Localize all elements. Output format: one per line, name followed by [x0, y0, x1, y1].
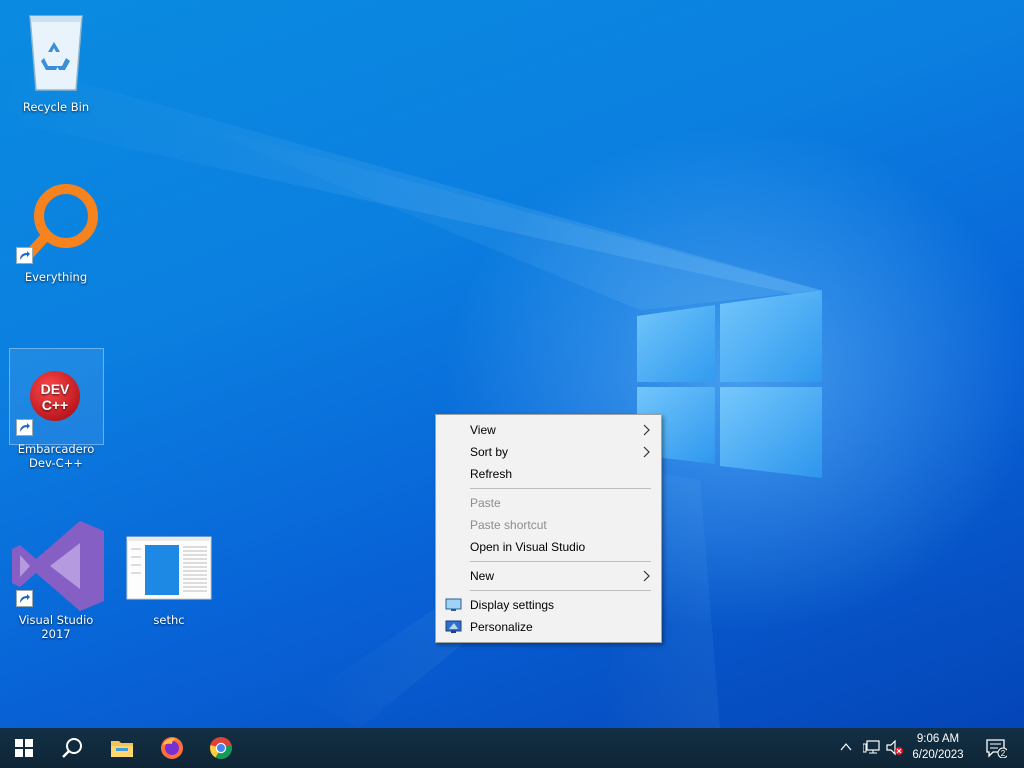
menu-item-sort-by[interactable]: Sort by — [436, 441, 661, 463]
windows-logo-wallpaper-icon — [637, 290, 822, 478]
search-button[interactable] — [48, 728, 96, 768]
chevron-right-icon — [643, 446, 650, 458]
desktop-icon-label: sethc — [153, 613, 185, 627]
windows-logo-icon — [15, 739, 33, 757]
menu-separator — [470, 590, 651, 591]
menu-item-label: New — [470, 569, 495, 583]
visual-studio-icon — [8, 521, 104, 611]
recycle-bin-icon — [8, 8, 104, 98]
folder-icon — [111, 741, 133, 757]
desktop-icon-devcpp[interactable]: DEV C++ Embarcadero Dev-C++ — [8, 350, 104, 470]
menu-separator — [470, 561, 651, 562]
chrome-icon — [210, 737, 232, 759]
chevron-right-icon — [643, 570, 650, 582]
firefox-icon — [161, 737, 183, 759]
menu-item-paste[interactable]: Paste — [436, 492, 661, 514]
shortcut-arrow-icon — [16, 247, 33, 264]
menu-item-paste-shortcut[interactable]: Paste shortcut — [436, 514, 661, 536]
notification-icon: 2 — [986, 739, 1007, 758]
clock-time: 9:06 AM — [916, 733, 960, 745]
menu-separator — [470, 488, 651, 489]
notification-count: 2 — [1001, 749, 1006, 758]
menu-item-label: View — [470, 423, 496, 437]
network-icon[interactable] — [863, 740, 880, 755]
menu-item-label: Sort by — [470, 445, 509, 459]
svg-text:DEV: DEV — [41, 381, 70, 397]
label-line-1: Embarcadero — [17, 442, 95, 456]
menu-item-new[interactable]: New — [436, 565, 661, 587]
desktop-icon-recycle-bin[interactable]: Recycle Bin — [8, 8, 104, 114]
shortcut-arrow-icon — [16, 590, 33, 607]
personalize-icon — [445, 620, 462, 633]
chevron-right-icon — [643, 424, 650, 436]
menu-item-label: Refresh — [470, 467, 513, 481]
desktop-icon-visual-studio[interactable]: Visual Studio 2017 — [8, 521, 104, 641]
everything-search-icon — [8, 178, 104, 268]
display-settings-icon — [445, 598, 462, 611]
desktop[interactable]: Recycle Bin Everything DEV C++ Embarcade… — [0, 0, 1024, 728]
taskbar-firefox[interactable] — [148, 728, 196, 768]
shortcut-arrow-icon — [16, 419, 33, 436]
start-button[interactable] — [0, 728, 48, 768]
menu-item-refresh[interactable]: Refresh — [436, 463, 661, 485]
menu-item-label: Display settings — [470, 598, 555, 612]
label-line-2: Dev-C++ — [29, 456, 83, 470]
menu-item-open-in-visual-studio[interactable]: Open in Visual Studio — [436, 536, 661, 558]
svg-text:C++: C++ — [42, 397, 68, 413]
taskbar-chrome[interactable] — [197, 728, 245, 768]
desktop-icon-sethc[interactable]: sethc — [121, 521, 217, 627]
taskbar-file-explorer[interactable] — [98, 728, 146, 768]
menu-item-display-settings[interactable]: Display settings — [436, 594, 661, 616]
taskbar: 9:06 AM 6/20/2023 2 — [0, 728, 1024, 768]
menu-item-label: Open in Visual Studio — [470, 540, 586, 554]
menu-item-label: Personalize — [470, 620, 533, 634]
desktop-icon-label: Everything — [24, 270, 88, 284]
menu-item-view[interactable]: View — [436, 419, 661, 441]
desktop-icon-label: Recycle Bin — [22, 100, 90, 114]
chevron-up-icon[interactable] — [840, 742, 852, 752]
desktop-icon-everything[interactable]: Everything — [8, 178, 104, 284]
dev-cpp-icon: DEV C++ — [8, 350, 104, 440]
menu-item-personalize[interactable]: Personalize — [436, 616, 661, 638]
desktop-icon-label: Visual Studio 2017 — [18, 613, 94, 641]
desktop-icon-label: Embarcadero Dev-C++ — [8, 442, 104, 470]
search-icon — [62, 738, 82, 758]
taskbar-clock[interactable]: 9:06 AM 6/20/2023 — [900, 731, 976, 763]
menu-item-label: Paste shortcut — [470, 518, 547, 532]
sethc-thumbnail-icon — [121, 521, 217, 611]
action-center-button[interactable]: 2 — [976, 728, 1016, 768]
desktop-context-menu: View Sort by Refresh Paste Paste shortcu… — [435, 414, 662, 643]
menu-item-label: Paste — [470, 496, 501, 510]
clock-date: 6/20/2023 — [912, 749, 964, 761]
